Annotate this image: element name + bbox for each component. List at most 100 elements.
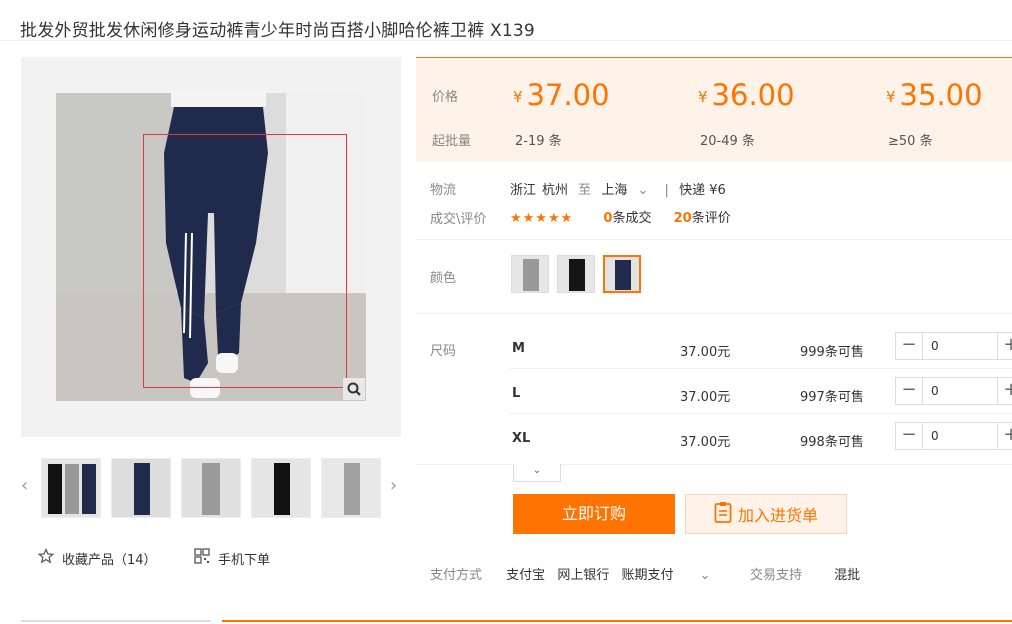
trade-support-label: 交易支持 — [750, 568, 803, 583]
collect-product-button[interactable]: 收藏产品（14） — [37, 548, 157, 568]
payment-method-credit: 账期支付 — [621, 568, 674, 583]
add-to-purchase-list-button[interactable]: 加入进货单 — [685, 494, 847, 534]
increment-button[interactable]: + — [998, 378, 1012, 404]
footer-accent-line — [222, 620, 1012, 622]
sku-row-xl: XL 37.00元 998条可售 − 0 + — [510, 419, 1012, 464]
rating-row: ★★★★★ 0条成交 20条评价 — [510, 207, 731, 226]
currency-symbol: ¥ — [886, 88, 896, 106]
qr-code-icon — [194, 548, 210, 568]
reviews-label: 成交\评价 — [430, 212, 487, 227]
separator: | — [664, 183, 669, 198]
quantity-input[interactable]: 0 — [922, 423, 998, 449]
increment-button[interactable]: + — [998, 333, 1012, 359]
footer-tab-divider — [21, 620, 211, 622]
star-outline-icon — [37, 548, 55, 568]
price-label: 价格 — [432, 90, 459, 105]
magnifier-icon[interactable] — [343, 378, 365, 400]
currency-symbol: ¥ — [513, 88, 523, 106]
decrement-button[interactable]: − — [896, 378, 922, 404]
moq-label: 起批量 — [432, 134, 472, 149]
clipboard-icon — [714, 501, 732, 527]
main-image-container[interactable] — [21, 57, 401, 437]
color-label: 颜色 — [430, 271, 457, 286]
price-tier-value: 36.00 — [711, 78, 795, 112]
color-swatch-navy[interactable] — [603, 255, 641, 293]
payment-row: 支付方式 支付宝 网上银行 账期支付 ⌄ — [430, 564, 711, 583]
increment-button[interactable]: + — [998, 423, 1012, 449]
quantity-stepper: − 0 + — [895, 422, 1012, 450]
price-tier-3: ¥35.00 — [886, 78, 983, 112]
title-divider — [0, 40, 1012, 41]
buy-now-button[interactable]: 立即订购 — [513, 494, 675, 534]
thumbnail-4[interactable] — [251, 458, 311, 518]
price-tier-value: 35.00 — [899, 78, 983, 112]
color-swatch-gray[interactable] — [511, 255, 549, 293]
price-tier-2: ¥36.00 — [698, 78, 795, 112]
main-product-photo[interactable] — [56, 93, 366, 401]
payment-more-chevron-icon[interactable]: ⌄ — [700, 568, 711, 583]
thumb-prev-arrow-icon[interactable]: ‹ — [21, 477, 31, 495]
deals-label: 条成交 — [612, 211, 652, 226]
payment-method-alipay: 支付宝 — [506, 568, 546, 583]
trade-support-row: 交易支持 混批 — [750, 564, 860, 583]
price-tier-1-range: 2-19 条 — [515, 134, 562, 149]
thumbnail-3[interactable] — [181, 458, 241, 518]
sku-size: XL — [512, 431, 531, 446]
from-province: 浙江 — [510, 183, 537, 198]
price-tier-value: 37.00 — [526, 78, 610, 112]
payment-label: 支付方式 — [430, 568, 483, 583]
sku-price: 37.00元 — [680, 435, 731, 450]
section-divider — [416, 313, 1012, 314]
sku-price: 37.00元 — [680, 390, 731, 405]
quantity-input[interactable]: 0 — [922, 333, 998, 359]
chevron-down-icon: ⌄ — [637, 183, 649, 198]
decrement-button[interactable]: − — [896, 423, 922, 449]
destination-city: 上海 — [601, 183, 628, 198]
zoom-lens-frame — [143, 134, 347, 388]
expand-sizes-chevron-icon[interactable]: ⌄ — [513, 464, 561, 482]
sku-stock: 998条可售 — [800, 435, 864, 450]
sku-stock: 999条可售 — [800, 345, 864, 360]
size-label: 尺码 — [430, 344, 457, 359]
reviews-count: 20 — [673, 211, 692, 226]
price-tier-3-range: ≥50 条 — [888, 134, 933, 149]
currency-symbol: ¥ — [698, 88, 708, 106]
mobile-order-label: 手机下单 — [218, 552, 271, 568]
thumbnail-2[interactable] — [111, 458, 171, 518]
sku-price: 37.00元 — [680, 345, 731, 360]
reviews-link[interactable]: 20条评价 — [674, 211, 731, 226]
sku-stock: 997条可售 — [800, 390, 864, 405]
quantity-stepper: − 0 + — [895, 332, 1012, 360]
reviews-count-label: 条评价 — [691, 211, 731, 226]
rating-stars: ★★★★★ — [510, 211, 574, 226]
thumbnail-1[interactable] — [41, 458, 101, 518]
color-swatch-black[interactable] — [557, 255, 595, 293]
to-word: 至 — [578, 183, 592, 198]
trade-support-value: 混批 — [834, 568, 861, 583]
price-tier-2-range: 20-49 条 — [700, 134, 755, 149]
sku-size: M — [512, 341, 525, 356]
price-panel: 价格 起批量 ¥37.00 ¥36.00 ¥35.00 2-19 条 20-49… — [416, 57, 1012, 161]
quantity-stepper: − 0 + — [895, 377, 1012, 405]
shipping-fee: 快递 ¥6 — [679, 183, 726, 198]
thumbnail-strip: ‹ › — [21, 452, 401, 522]
row-divider — [510, 368, 1012, 369]
logistics-label: 物流 — [430, 183, 457, 198]
logistics-info: 浙江 杭州 至 上海 ⌄ | 快递 ¥6 — [510, 179, 732, 198]
sku-size: L — [512, 386, 521, 401]
product-title: 批发外贸批发休闲修身运动裤青少年时尚百搭小脚哈伦裤卫裤 X139 — [20, 21, 535, 41]
price-tier-1: ¥37.00 — [513, 78, 610, 112]
decrement-button[interactable]: − — [896, 333, 922, 359]
collect-product-label: 收藏产品（14） — [62, 552, 157, 568]
destination-selector[interactable]: 上海 ⌄ — [601, 183, 654, 198]
mobile-order-button[interactable]: 手机下单 — [194, 548, 270, 568]
section-divider — [416, 464, 1012, 465]
row-divider — [510, 413, 1012, 414]
deals-link[interactable]: 0条成交 — [603, 211, 651, 226]
quantity-input[interactable]: 0 — [922, 378, 998, 404]
section-divider — [416, 239, 1012, 240]
thumbnail-5[interactable] — [321, 458, 381, 518]
thumb-next-arrow-icon[interactable]: › — [390, 477, 400, 495]
add-to-purchase-list-label: 加入进货单 — [737, 506, 818, 525]
payment-method-bank: 网上银行 — [557, 568, 610, 583]
